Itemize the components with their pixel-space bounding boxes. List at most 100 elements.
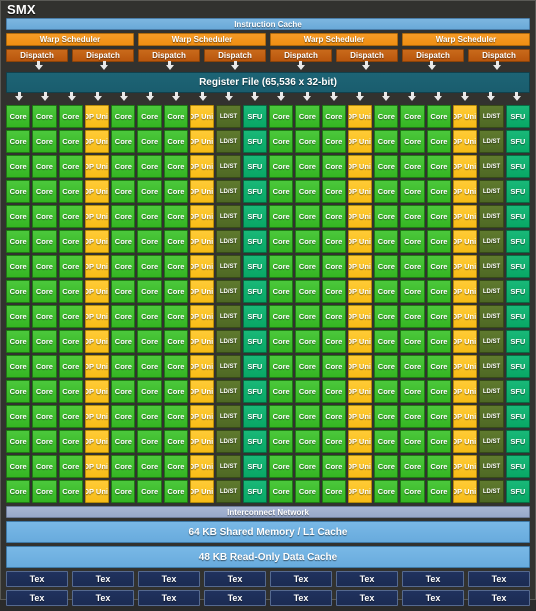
dp-unit: DP Unit	[84, 355, 110, 378]
core-unit: Core	[295, 430, 320, 453]
dispatch-to-regfile-arrows	[6, 61, 530, 72]
core-unit: Core	[400, 355, 425, 378]
dp-unit: DP Unit	[190, 280, 215, 303]
core-unit: Core	[426, 380, 452, 403]
core-unit: Core	[295, 105, 320, 128]
core-unit: Core	[137, 230, 162, 253]
ldst-unit: LD/ST	[479, 205, 504, 228]
smx-body: Instruction Cache Warp Scheduler Warp Sc…	[1, 18, 535, 611]
core-unit: Core	[32, 280, 57, 303]
dp-unit: DP Unit	[190, 405, 215, 428]
core-unit: Core	[6, 130, 31, 153]
dp-unit: DP Unit	[453, 230, 478, 253]
sfu-unit: SFU	[505, 305, 530, 328]
interconnect-network-bar: Interconnect Network	[6, 506, 530, 518]
core-unit: Core	[6, 355, 31, 378]
core-unit: Core	[58, 155, 83, 178]
texture-unit: Tex	[6, 571, 68, 587]
core-unit: Core	[321, 305, 346, 328]
core-unit: Core	[6, 180, 31, 203]
core-unit: Core	[32, 430, 57, 453]
warp-scheduler-2: Warp Scheduler	[270, 33, 398, 46]
core-unit: Core	[137, 455, 162, 478]
core-unit: Core	[111, 230, 136, 253]
core-unit: Core	[163, 155, 189, 178]
core-unit: Core	[6, 305, 31, 328]
sfu-unit: SFU	[505, 405, 530, 428]
core-unit: Core	[295, 155, 320, 178]
dp-unit: DP Unit	[453, 330, 478, 353]
core-unit: Core	[426, 180, 452, 203]
core-unit: Core	[374, 205, 399, 228]
core-unit: Core	[137, 480, 162, 503]
ldst-unit: LD/ST	[216, 130, 241, 153]
core-unit: Core	[137, 305, 162, 328]
core-unit: Core	[426, 230, 452, 253]
dp-unit: DP Unit	[84, 230, 110, 253]
dp-unit: DP Unit	[453, 305, 478, 328]
sfu-unit: SFU	[242, 105, 267, 128]
core-unit: Core	[111, 180, 136, 203]
dp-unit: DP Unit	[190, 330, 215, 353]
core-unit: Core	[295, 255, 320, 278]
sfu-unit: SFU	[242, 380, 267, 403]
dp-unit: DP Unit	[453, 255, 478, 278]
core-unit: Core	[374, 405, 399, 428]
core-unit: Core	[58, 130, 83, 153]
dp-unit: DP Unit	[84, 130, 110, 153]
core-unit: Core	[400, 105, 425, 128]
ldst-unit: LD/ST	[216, 380, 241, 403]
core-unit: Core	[32, 305, 57, 328]
bottom-spacer	[6, 606, 530, 611]
warp-scheduler-row: Warp Scheduler Warp Scheduler Warp Sched…	[6, 33, 530, 46]
dp-unit: DP Unit	[190, 180, 215, 203]
core-unit: Core	[111, 430, 136, 453]
sfu-unit: SFU	[242, 430, 267, 453]
dp-unit: DP Unit	[453, 105, 478, 128]
core-unit: Core	[374, 280, 399, 303]
core-unit: Core	[32, 180, 57, 203]
ldst-unit: LD/ST	[479, 130, 504, 153]
ldst-unit: LD/ST	[216, 180, 241, 203]
core-unit: Core	[58, 355, 83, 378]
core-unit: Core	[163, 230, 189, 253]
core-unit: Core	[321, 230, 346, 253]
core-unit: Core	[58, 380, 83, 403]
core-unit: Core	[426, 405, 452, 428]
core-unit: Core	[58, 280, 83, 303]
dp-unit: DP Unit	[190, 455, 215, 478]
core-unit: Core	[426, 480, 452, 503]
core-unit: Core	[321, 130, 346, 153]
core-unit: Core	[111, 330, 136, 353]
core-unit: Core	[426, 205, 452, 228]
core-unit: Core	[295, 305, 320, 328]
core-unit: Core	[111, 255, 136, 278]
dp-unit: DP Unit	[190, 380, 215, 403]
core-unit: Core	[374, 330, 399, 353]
core-unit: Core	[58, 430, 83, 453]
core-unit: Core	[6, 105, 31, 128]
core-unit: Core	[321, 355, 346, 378]
texture-unit: Tex	[72, 571, 134, 587]
sfu-unit: SFU	[505, 205, 530, 228]
sfu-unit: SFU	[505, 105, 530, 128]
dp-unit: DP Unit	[190, 130, 215, 153]
ldst-unit: LD/ST	[216, 205, 241, 228]
core-unit: Core	[400, 180, 425, 203]
core-unit: Core	[58, 230, 83, 253]
ldst-unit: LD/ST	[216, 230, 241, 253]
core-unit: Core	[374, 105, 399, 128]
shared-memory-l1-cache-bar: 64 KB Shared Memory / L1 Cache	[6, 521, 530, 543]
ldst-unit: LD/ST	[216, 455, 241, 478]
ldst-unit: LD/ST	[479, 305, 504, 328]
core-unit: Core	[137, 105, 162, 128]
dp-unit: DP Unit	[347, 155, 373, 178]
core-unit: Core	[6, 405, 31, 428]
core-unit: Core	[6, 380, 31, 403]
dp-unit: DP Unit	[453, 130, 478, 153]
ldst-unit: LD/ST	[216, 405, 241, 428]
core-unit: Core	[163, 105, 189, 128]
core-unit: Core	[163, 430, 189, 453]
core-unit: Core	[6, 455, 31, 478]
core-unit: Core	[32, 355, 57, 378]
